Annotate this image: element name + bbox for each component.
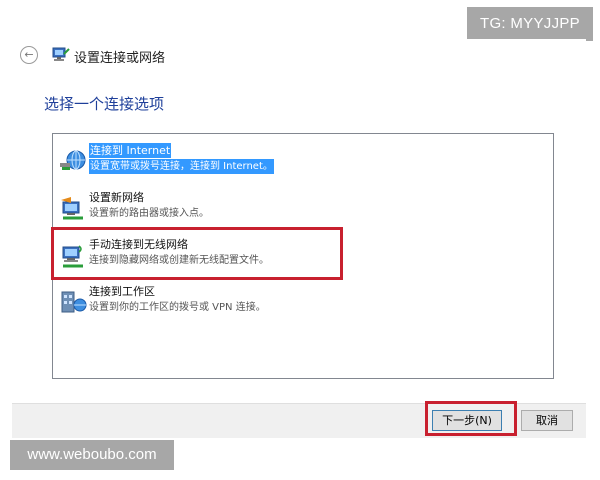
highlight-manual-wireless — [51, 227, 343, 280]
globe-network-icon — [60, 150, 86, 170]
title-bar: ← 设置连接或网络 — [12, 39, 586, 73]
page-heading: 选择一个连接选项 — [44, 95, 165, 113]
option-connect-workplace[interactable]: 连接到工作区 设置到你的工作区的拨号或 VPN 连接。 — [59, 284, 529, 324]
router-setup-icon — [61, 197, 83, 220]
back-arrow-icon: ← — [24, 48, 34, 61]
option-description: 设置宽带或拨号连接，连接到 Internet。 — [89, 159, 274, 174]
cancel-button[interactable]: 取消 — [521, 410, 573, 431]
option-setup-new-network[interactable]: 设置新网络 设置新的路由器或接入点。 — [59, 190, 529, 230]
option-description: 设置新的路由器或接入点。 — [89, 208, 209, 219]
network-wizard-icon — [52, 47, 70, 61]
back-button[interactable]: ← — [20, 46, 38, 64]
option-connect-internet[interactable]: 连接到 Internet 设置宽带或拨号连接，连接到 Internet。 — [59, 143, 529, 183]
workplace-vpn-icon — [61, 291, 87, 313]
watermark-top: TG: MYYJJPP — [467, 7, 593, 41]
highlight-next-button — [425, 401, 517, 436]
option-title: 连接到 Internet — [89, 143, 172, 158]
option-title: 连接到工作区 — [89, 285, 155, 298]
option-title: 设置新网络 — [89, 191, 144, 204]
option-description: 设置到你的工作区的拨号或 VPN 连接。 — [89, 302, 266, 313]
watermark-bottom: www.weboubo.com — [10, 440, 174, 470]
window-title: 设置连接或网络 — [74, 51, 166, 66]
